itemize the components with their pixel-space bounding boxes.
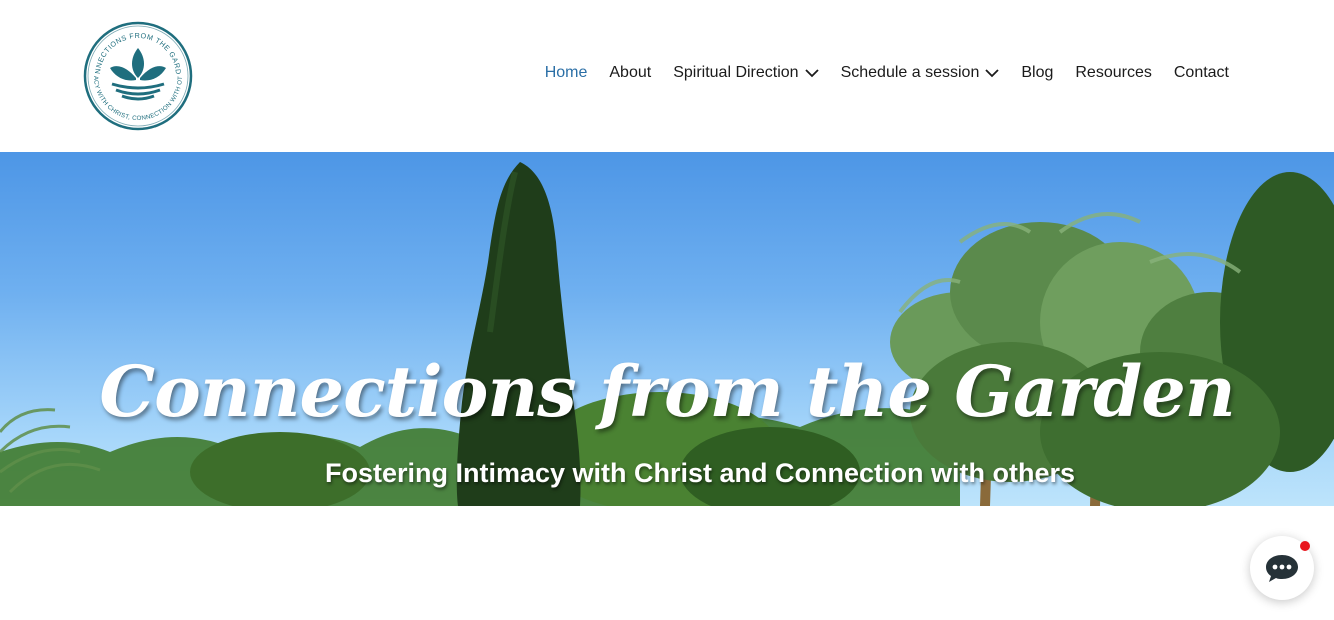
site-logo[interactable]: CONNECTIONS FROM THE GARDEN INTIMACY WIT…: [79, 13, 194, 132]
nav-about-label: About: [609, 64, 652, 81]
nav-contact[interactable]: Contact: [1174, 62, 1229, 84]
nav-schedule-session[interactable]: Schedule a session: [841, 62, 1000, 84]
chat-notification-dot: [1300, 541, 1310, 551]
hero-subtitle: Fostering Intimacy with Christ and Conne…: [324, 458, 1076, 488]
nav-schedule-session-label: Schedule a session: [840, 64, 980, 81]
nav-resources-label: Resources: [1075, 64, 1152, 81]
nav-contact-label: Contact: [1173, 64, 1229, 81]
nav-about[interactable]: About: [609, 62, 651, 84]
site-header: CONNECTIONS FROM THE GARDEN INTIMACY WIT…: [0, 0, 1334, 152]
nav-blog[interactable]: Blog: [1021, 62, 1053, 84]
leaf-in-circle-logo-icon: CONNECTIONS FROM THE GARDEN INTIMACY WIT…: [79, 13, 193, 131]
nav-home[interactable]: Home: [545, 62, 588, 84]
main-nav: Home About Spiritual Direction Schedule …: [523, 62, 1229, 84]
nav-resources[interactable]: Resources: [1075, 62, 1151, 84]
nav-spiritual-direction[interactable]: Spiritual Direction: [673, 62, 819, 84]
chevron-down-icon[interactable]: [804, 68, 819, 78]
nav-spiritual-direction-label: Spiritual Direction: [673, 64, 799, 81]
chat-bubble-icon: [1266, 555, 1298, 582]
hero-banner: Connections from the Garden Fostering In…: [0, 152, 1334, 506]
chevron-down-icon[interactable]: [985, 68, 999, 78]
nav-blog-label: Blog: [1021, 64, 1054, 81]
garden-background-image: [0, 162, 1334, 506]
nav-home-label: Home: [544, 64, 588, 81]
hero-title: Connections from the Garden: [99, 350, 1235, 433]
